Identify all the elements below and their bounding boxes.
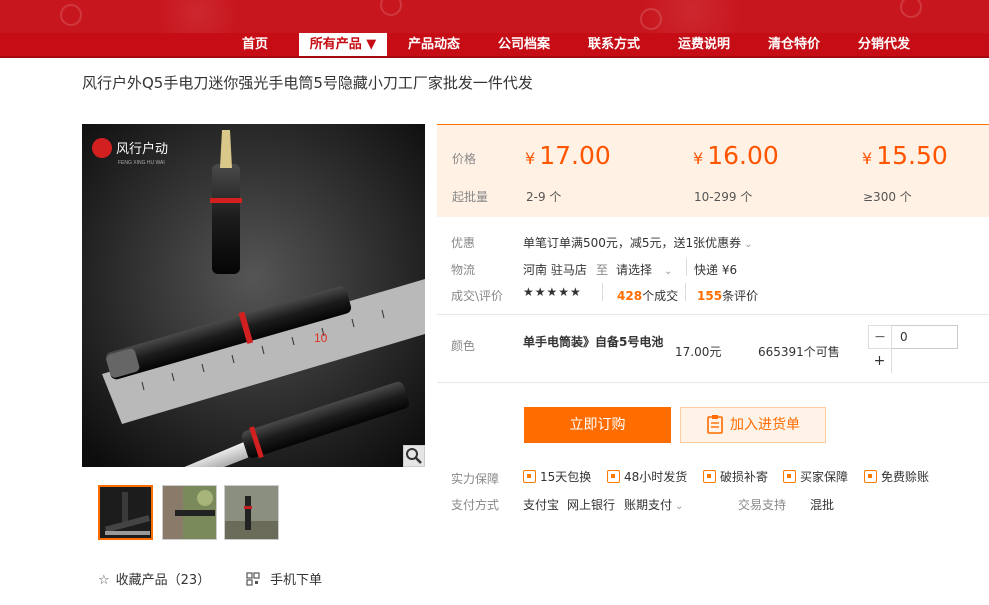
origin-text: 河南 驻马店 (523, 263, 587, 277)
guarantee-credit[interactable]: 免费赊账 (864, 468, 929, 485)
price-tier-3: ¥15.50 (862, 141, 948, 170)
thumbnail-image (100, 487, 151, 538)
decrease-button[interactable]: − (868, 325, 892, 349)
trade-support-label: 交易支持 (738, 498, 787, 512)
favorite-button[interactable]: ☆ 收藏产品（23） (98, 569, 210, 588)
payment-alipay: 支付宝 (523, 498, 560, 512)
quantity-input[interactable]: 0 (892, 325, 958, 349)
qty-tier-2: 10-299 个 (694, 190, 753, 204)
banner-decoration (640, 8, 662, 30)
package-icon (703, 470, 716, 483)
add-to-cart-button[interactable]: 加入进货单 (680, 407, 826, 443)
svg-text:10: 10 (314, 331, 328, 345)
svg-text:风行户动: 风行户动 (116, 141, 168, 156)
nav-item-shipping[interactable]: 运费说明 (668, 33, 740, 56)
divider (602, 283, 603, 301)
to-text: 至 (596, 263, 609, 277)
nav-item-distribution[interactable]: 分销代发 (848, 33, 920, 56)
nav-item-contact[interactable]: 联系方式 (578, 33, 650, 56)
deals-link[interactable]: 428个成交 (617, 287, 678, 304)
shop-banner (0, 0, 989, 33)
promo-dropdown[interactable]: 单笔订单满500元，减5元，送1张优惠券 ⌄ (523, 234, 753, 251)
promo-label: 优惠 (451, 236, 476, 250)
sku-price: 17.00元 (675, 345, 722, 359)
thumbnail-2[interactable] (162, 485, 217, 540)
color-label: 颜色 (451, 339, 476, 353)
guarantee-label: 实力保障 (451, 472, 500, 486)
thumbnail-1[interactable] (98, 485, 153, 540)
sku-name: 单手电筒装》自备5号电池 (523, 335, 664, 349)
divider (437, 314, 989, 315)
moq-label: 起批量 (452, 190, 489, 204)
chevron-down-icon: ⌄ (744, 239, 753, 250)
banner-decoration (900, 0, 922, 18)
zoom-button[interactable] (403, 445, 425, 467)
thumbnail-3[interactable] (224, 485, 279, 540)
trade-support-value: 混批 (810, 498, 835, 512)
wallet-icon (864, 470, 877, 483)
star-outline-icon: ☆ (98, 573, 110, 588)
qty-tier-3: ≥300 个 (863, 190, 912, 204)
mobile-order-label: 手机下单 (270, 573, 323, 588)
logistics-label: 物流 (451, 263, 476, 277)
chevron-down-icon: ⌄ (664, 266, 673, 277)
guarantee-buyer[interactable]: 买家保障 (783, 468, 848, 485)
shop-nav: 首页 所有产品 ▼ 产品动态 公司档案 联系方式 运费说明 清仓特价 分销代发 (0, 33, 989, 58)
sku-stock: 665391个可售 (758, 345, 840, 359)
payment-label: 支付方式 (451, 498, 500, 512)
express-fee: 快递 ¥6 (694, 263, 738, 277)
thumbnail-image (163, 486, 216, 539)
banner-decoration (380, 0, 402, 16)
banner-decoration (60, 4, 82, 26)
payment-online-bank: 网上银行 (567, 498, 616, 512)
shield-icon (783, 470, 796, 483)
price-label: 价格 (452, 152, 477, 166)
flashlight-knife-illustration: 10 风行户动 FENG XING HU WAI (82, 124, 425, 467)
increase-button[interactable]: + (868, 349, 892, 373)
guarantee-shipping[interactable]: 48小时发货 (607, 468, 687, 485)
destination-select[interactable]: 请选择 ⌄ (616, 261, 672, 278)
reviews-link[interactable]: 155条评价 (697, 287, 758, 304)
nav-item-home[interactable]: 首页 (226, 33, 284, 56)
qr-code-icon (246, 572, 260, 586)
favorite-label: 收藏产品（23） (115, 573, 211, 588)
nav-item-company[interactable]: 公司档案 (488, 33, 560, 56)
price-tier-1: ¥17.00 (525, 141, 611, 170)
mobile-order-button[interactable]: 手机下单 (246, 569, 322, 588)
nav-item-product-news[interactable]: 产品动态 (398, 33, 470, 56)
divider (685, 283, 686, 301)
qty-tier-1: 2-9 个 (526, 190, 562, 204)
nav-item-all-products[interactable]: 所有产品 ▼ (299, 33, 387, 56)
nav-item-clearance[interactable]: 清仓特价 (758, 33, 830, 56)
guarantee-exchange[interactable]: 15天包换 (523, 468, 591, 485)
exchange-icon (523, 470, 536, 483)
thumbnail-image (225, 486, 278, 539)
quantity-stepper: − 0 + (868, 325, 958, 373)
deals-label: 成交\评价 (451, 289, 504, 303)
chevron-down-icon: ⌄ (675, 501, 684, 512)
divider (686, 258, 687, 276)
payment-credit-term[interactable]: 账期支付 ⌄ (624, 496, 683, 513)
buy-now-button[interactable]: 立即订购 (524, 407, 671, 443)
price-tier-2: ¥16.00 (693, 141, 779, 170)
guarantee-damage[interactable]: 破损补寄 (703, 468, 768, 485)
divider (437, 382, 989, 383)
price-panel: 价格 起批量 ¥17.00 ¥16.00 ¥15.50 2-9 个 10-299… (437, 124, 989, 217)
clock-icon (607, 470, 620, 483)
magnifier-icon (406, 448, 422, 464)
clipboard-icon (707, 415, 723, 434)
product-title: 风行户外Q5手电刀迷你强光手电筒5号隐藏小刀工厂家批发一件代发 (82, 74, 533, 92)
product-main-image[interactable]: 10 风行户动 FENG XING HU WAI (82, 124, 425, 467)
rating-stars: ★★★★★ (523, 285, 582, 299)
svg-text:FENG XING HU WAI: FENG XING HU WAI (118, 160, 165, 166)
